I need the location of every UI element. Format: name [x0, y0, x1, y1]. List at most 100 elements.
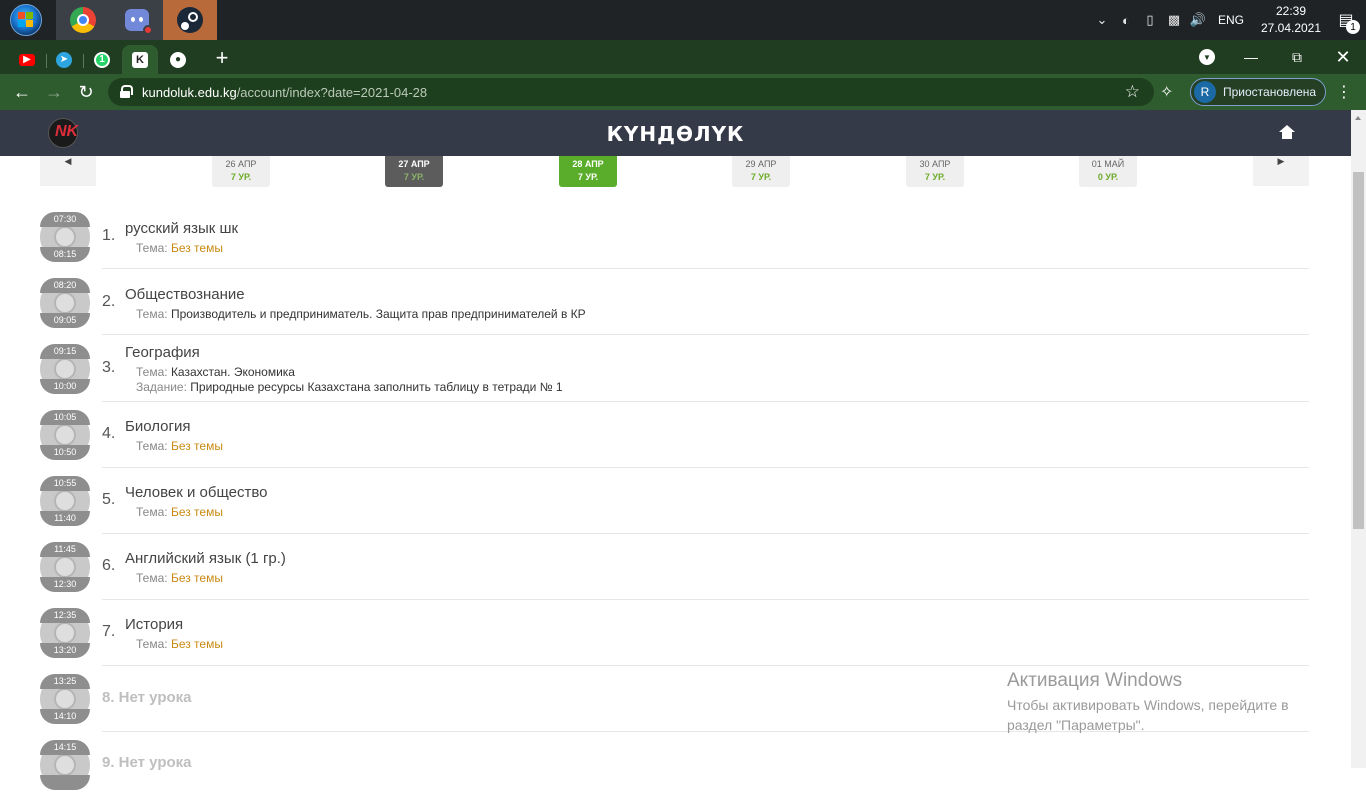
whatsapp-icon: 1 — [94, 51, 110, 68]
restore-button[interactable]: ⧉ — [1274, 40, 1320, 74]
day-tab-selected[interactable]: 28 АПР 7 УР. — [559, 156, 617, 187]
lesson-end-time: 14:10 — [40, 709, 90, 724]
lesson-start-time: 12:35 — [40, 608, 90, 623]
tab-telegram[interactable]: ➤ — [46, 45, 82, 74]
page-scrollbar[interactable] — [1351, 110, 1366, 768]
lock-icon[interactable] — [120, 85, 133, 98]
day-tab[interactable]: 30 АПР 7 УР. — [906, 156, 964, 187]
lesson-start-time: 11:45 — [40, 542, 90, 557]
tab-github[interactable]: ● — [160, 45, 196, 74]
address-bar[interactable]: kundoluk.edu.kg/account/index?date=2021-… — [108, 78, 1154, 106]
lesson-topic: Производитель и предприниматель. Защита … — [170, 307, 586, 321]
profile-status: Приостановлена — [1223, 85, 1317, 99]
day-label: 29 АПР — [745, 159, 777, 169]
lesson-item[interactable]: 10:55 11:40 5. Человек и общество Тема: … — [40, 476, 1309, 542]
minimize-button[interactable]: — — [1228, 40, 1274, 74]
back-button[interactable]: ← — [10, 80, 34, 104]
prev-week-button[interactable]: ◀ — [40, 156, 96, 186]
lesson-subject: Биология — [125, 418, 191, 435]
lesson-end-time — [40, 775, 90, 790]
no-lesson-text: 9. Нет урока — [102, 754, 192, 771]
lesson-start-time: 13:25 — [40, 674, 90, 689]
lesson-end-time: 12:30 — [40, 577, 90, 592]
scroll-up-icon[interactable] — [1355, 116, 1361, 120]
topic-label: Тема: — [136, 307, 168, 321]
profile-button[interactable]: R Приостановлена — [1190, 78, 1326, 106]
lesson-end-time: 11:40 — [40, 511, 90, 526]
lesson-topic: Без темы — [170, 439, 223, 453]
lesson-number: 3. — [102, 359, 116, 376]
language-indicator[interactable]: ENG — [1218, 13, 1244, 27]
topic-label: Тема: — [136, 505, 168, 519]
clock-date: 27.04.2021 — [1260, 21, 1322, 35]
url-text[interactable]: kundoluk.edu.kg/account/index?date=2021-… — [142, 85, 427, 100]
lesson-topic-row: Тема: Производитель и предприниматель. З… — [136, 307, 586, 321]
day-lesson-count: 7 УР. — [230, 172, 252, 182]
day-label: 30 АПР — [919, 159, 951, 169]
day-tab[interactable]: 26 АПР 7 УР. — [212, 156, 270, 187]
lesson-item[interactable]: 09:15 10:00 3. География Тема: Казахстан… — [40, 344, 1309, 410]
discord-icon — [125, 9, 153, 35]
day-tab[interactable]: 01 МАЙ 0 УР. — [1079, 156, 1137, 187]
lesson-time-disc: 08:20 09:05 — [40, 278, 90, 328]
site-brand[interactable]: КҮНДӨЛҮК — [0, 122, 1351, 146]
start-button[interactable] — [6, 2, 46, 38]
power-plug-icon[interactable]: ▩ — [1162, 0, 1186, 40]
lesson-time-disc: 09:15 10:00 — [40, 344, 90, 394]
lesson-divider — [102, 665, 1309, 666]
taskbar-discord[interactable] — [110, 0, 164, 40]
lesson-subject: русский язык шк — [125, 220, 239, 237]
watermark-line1: Чтобы активировать Windows, перейдите в — [1007, 697, 1289, 713]
windows-flag-icon — [18, 12, 34, 28]
lesson-item[interactable]: 10:05 10:50 4. Биология Тема: Без темы — [40, 410, 1309, 476]
clock-time: 22:39 — [1275, 4, 1307, 18]
lesson-item-empty: 14:15 9. Нет урока — [40, 740, 1309, 806]
windows-activation-watermark: Активация Windows Чтобы активировать Win… — [1007, 670, 1289, 735]
clock[interactable]: 22:39 27.04.2021 — [1256, 3, 1326, 37]
lesson-task: Природные ресурсы Казахстана заполнить т… — [190, 380, 563, 394]
lesson-item[interactable]: 12:35 13:20 7. История Тема: Без темы — [40, 608, 1309, 674]
lesson-topic: Казахстан. Экономика — [170, 365, 295, 379]
chrome-menu-icon[interactable]: ⋮ — [1336, 82, 1352, 102]
forward-button[interactable]: → — [42, 80, 66, 104]
reload-button[interactable]: ↻ — [74, 80, 98, 104]
system-tray: ⌄ ◐ ▯ ▩ 🔊 ENG 22:39 27.04.2021 ▤ 1 — [1090, 0, 1366, 40]
tab-youtube[interactable]: ▶ — [9, 45, 45, 74]
volume-icon[interactable]: 🔊 — [1186, 0, 1210, 40]
lesson-item[interactable]: 08:20 09:05 2. Обществознание Тема: Прои… — [40, 278, 1309, 344]
close-button[interactable]: ✕ — [1320, 40, 1366, 74]
day-lesson-count: 7 УР. — [577, 172, 599, 182]
notifications-button[interactable]: ▤ 1 — [1326, 0, 1366, 40]
url-host: kundoluk.edu.kg — [142, 85, 237, 100]
lesson-item[interactable]: 07:30 08:15 1. русский язык шк Тема: Без… — [40, 212, 1309, 278]
topic-label: Тема: — [136, 439, 168, 453]
contrast-icon[interactable]: ◐ — [1114, 0, 1138, 40]
day-tab[interactable]: 27 АПР 7 УР. — [385, 156, 443, 187]
new-tab-button[interactable]: + — [210, 47, 234, 71]
taskbar: ⌄ ◐ ▯ ▩ 🔊 ENG 22:39 27.04.2021 ▤ 1 — [0, 0, 1366, 40]
tab-kundoluk[interactable]: K — [122, 45, 158, 74]
tab-search-icon[interactable]: ▼ — [1199, 49, 1215, 65]
extensions-puzzle-icon[interactable]: ✧ — [1160, 82, 1173, 102]
day-tab[interactable]: 29 АПР 7 УР. — [732, 156, 790, 187]
bookmark-star-icon[interactable]: ☆ — [1125, 82, 1140, 102]
next-week-button[interactable]: ▶ — [1253, 156, 1309, 186]
scrollbar-thumb[interactable] — [1353, 172, 1364, 529]
taskbar-chrome[interactable] — [56, 0, 110, 40]
day-label: 26 АПР — [225, 159, 257, 169]
home-icon[interactable] — [1279, 125, 1295, 139]
taskbar-steam[interactable] — [163, 0, 217, 40]
lesson-divider — [102, 467, 1309, 468]
chevron-up-icon[interactable]: ⌄ — [1090, 0, 1114, 40]
lesson-start-time: 14:15 — [40, 740, 90, 755]
task-label: Задание: — [136, 380, 187, 394]
lesson-start-time: 09:15 — [40, 344, 90, 359]
lesson-topic: Без темы — [170, 637, 223, 651]
tab-whatsapp[interactable]: 1 — [84, 45, 120, 74]
battery-icon[interactable]: ▯ — [1138, 0, 1162, 40]
lesson-item[interactable]: 11:45 12:30 6. Английский язык (1 гр.) Т… — [40, 542, 1309, 608]
lesson-start-time: 08:20 — [40, 278, 90, 293]
lesson-divider — [102, 533, 1309, 534]
lesson-task-row: Задание: Природные ресурсы Казахстана за… — [136, 380, 563, 394]
lesson-time-disc: 10:55 11:40 — [40, 476, 90, 526]
